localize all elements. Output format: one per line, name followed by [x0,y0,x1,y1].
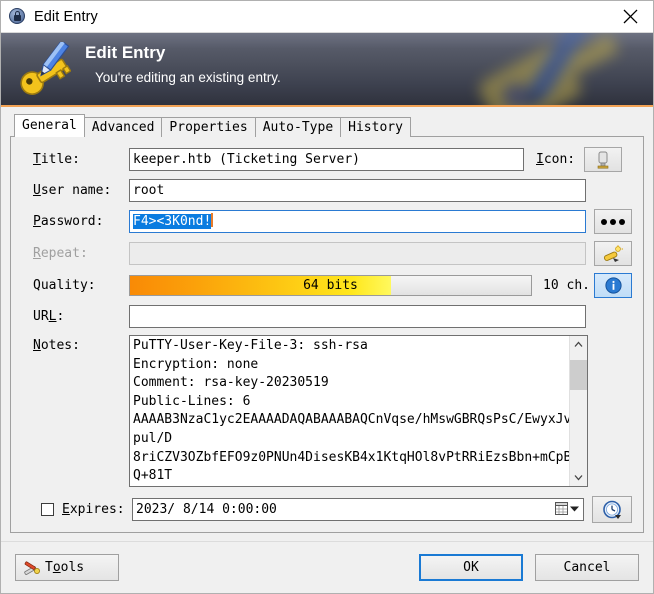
tab-advanced[interactable]: Advanced [83,117,163,137]
quality-label: Quality: [33,278,96,293]
dialog-banner: Edit Entry You're editing an existing en… [1,33,653,107]
close-button[interactable] [607,1,653,32]
banner-title: Edit Entry [85,43,166,62]
show-password-dots-icon [601,218,625,225]
notes-label: Notes: [33,338,80,353]
password-input[interactable]: F4><3K0nd! [129,210,586,233]
entry-icon-button[interactable] [584,147,622,172]
repeat-label: Repeat: [33,246,88,261]
close-icon [623,9,637,24]
chevron-up-icon [574,341,583,347]
expiry-date-input[interactable]: 2023/ 8/14 0:00:00 [132,498,584,521]
tools-button-label: Tools [45,560,85,575]
banner-background-key-icon [479,33,620,105]
expires-checkbox[interactable] [41,503,54,516]
notes-scrollbar[interactable] [569,336,587,486]
password-label: Password: [33,214,104,229]
quality-info-button[interactable] [594,273,632,298]
icon-label: Icon: [536,152,576,167]
url-input[interactable] [129,305,586,328]
repeat-row: Repeat: [23,241,632,266]
scroll-up-button[interactable] [570,336,587,353]
tab-history[interactable]: History [340,117,411,137]
cancel-button[interactable]: Cancel [535,554,639,581]
notes-content: PuTTY-User-Key-File-3: ssh-rsa Encryptio… [133,338,588,484]
tab-properties[interactable]: Properties [161,117,256,137]
title-input[interactable]: keeper.htb (Ticketing Server) [129,148,524,171]
url-label: URL: [33,309,65,324]
expiry-presets-button[interactable] [592,496,632,523]
expires-row: Expires: 2023/ 8/14 0:00:00 [23,496,632,523]
tab-auto-type[interactable]: Auto-Type [254,117,342,137]
notes-row: Notes: PuTTY-User-Key-File-3: ssh-rsa En… [23,335,632,487]
edit-entry-dialog: Edit Entry Edit Entry You're editing an … [0,0,654,594]
quality-bits-text: 64 bits [303,278,358,293]
scrollbar-thumb[interactable] [570,360,587,390]
password-value: F4><3K0nd! [133,214,212,229]
banner-subtitle: You're editing an existing entry. [95,70,281,85]
repeat-input [129,242,586,265]
text-caret [211,213,214,227]
window-title: Edit Entry [34,8,98,25]
clock-icon [603,500,621,519]
generate-password-button[interactable] [594,241,632,266]
title-row: Title: keeper.htb (Ticketing Server) Ico… [23,147,632,172]
calendar-icon [555,502,568,515]
username-row: User name: root [23,179,632,202]
password-quality-bar: 64 bits [129,275,532,296]
scroll-down-button[interactable] [570,469,587,486]
username-input[interactable]: root [129,179,586,202]
url-row: URL: [23,305,632,328]
expiry-date-value: 2023/ 8/14 0:00:00 [136,502,277,517]
date-picker-dropdown[interactable] [555,501,579,516]
chevron-down-icon [574,475,583,481]
lock-icon [9,7,27,26]
title-bar: Edit Entry [1,1,653,33]
password-length-text: 10 ch. [543,278,590,293]
title-label: Title: [33,152,80,167]
toggle-password-visibility-button[interactable] [594,209,632,234]
tab-panel-general: Title: keeper.htb (Ticketing Server) Ico… [10,136,644,533]
dialog-footer: Tools OK Cancel [1,541,653,593]
dialog-content: General Advanced Properties Auto-Type Hi… [1,107,653,541]
ok-button[interactable]: OK [419,554,523,581]
entry-form: Title: keeper.htb (Ticketing Server) Ico… [11,137,643,532]
tab-general[interactable]: General [14,114,85,137]
expires-label: Expires: [62,502,125,517]
usb-drive-icon [597,151,609,169]
info-icon [604,277,622,294]
chevron-down-icon [570,506,579,511]
generate-password-wand-icon [603,244,623,262]
password-row: Password: F4><3K0nd! [23,209,632,234]
username-label: User name: [33,183,112,198]
tools-button[interactable]: Tools [15,554,119,581]
tools-icon [24,560,40,575]
notes-textarea[interactable]: PuTTY-User-Key-File-3: ssh-rsa Encryptio… [129,335,588,487]
key-pencil-icon [20,42,71,95]
tab-strip: General Advanced Properties Auto-Type Hi… [10,114,644,137]
quality-row: Quality: 64 bits 10 ch. [23,273,632,298]
